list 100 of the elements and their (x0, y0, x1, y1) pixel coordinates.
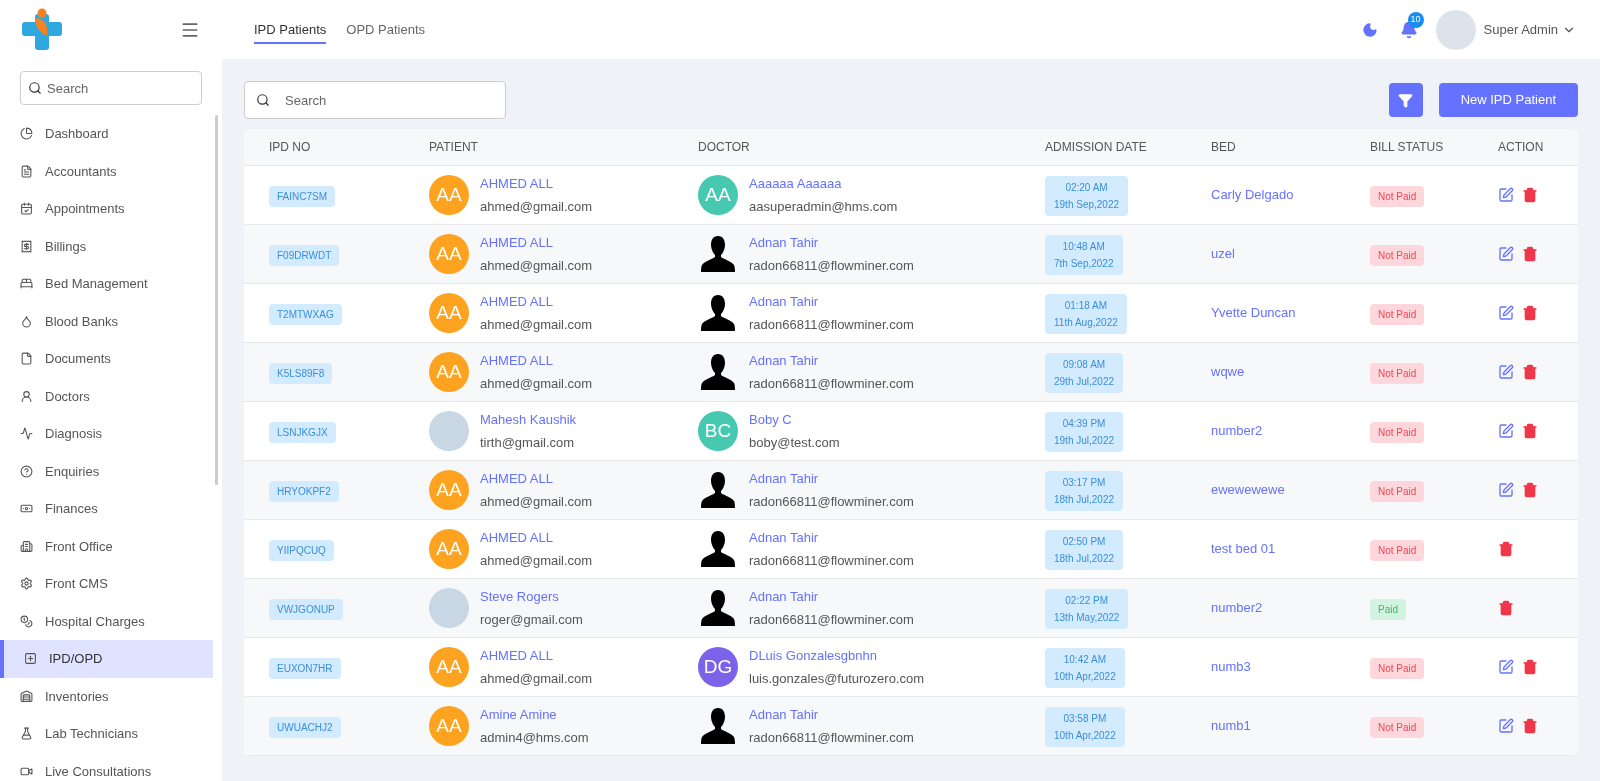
sidebar-item[interactable]: Appointments (0, 190, 213, 228)
bill-status-tag: Not Paid (1370, 186, 1425, 207)
admission-date-tag: 02:20 AM 19th Sep,2022 (1045, 176, 1129, 216)
person-name-link[interactable]: DLuis Gonzalesgbnhn (749, 646, 925, 666)
person-name-link[interactable]: AHMED ALL (480, 351, 593, 371)
bed-link[interactable]: number2 (1211, 598, 1370, 618)
email-text: aasuperadmin@hms.com (749, 197, 898, 216)
admission-date-tag: 04:39 PM 19th Jul,2022 (1045, 412, 1124, 452)
bed-link[interactable]: test bed 01 (1211, 539, 1370, 559)
sidebar-item[interactable]: Doctors (0, 377, 213, 415)
person-name-link[interactable]: AHMED ALL (480, 292, 593, 312)
sidebar-item[interactable]: IPD/OPD (0, 640, 213, 678)
pulse-icon (20, 427, 33, 441)
person-name-link[interactable]: Aaaaaa Aaaaaa (749, 174, 898, 194)
person-silhouette-icon (698, 529, 738, 569)
sidebar-item[interactable]: Bed Management (0, 265, 213, 303)
moon-icon[interactable] (1361, 21, 1378, 38)
initials-avatar: DG (698, 647, 738, 687)
sidebar-item[interactable]: Inventories (0, 677, 213, 715)
trash-icon[interactable] (1522, 718, 1538, 734)
person-name-link[interactable]: Mahesh Kaushik (480, 410, 577, 430)
email-text: ahmed@gmail.com (480, 669, 593, 688)
person-name-link[interactable]: Adnan Tahir (749, 587, 914, 607)
trash-icon[interactable] (1498, 541, 1514, 557)
trash-icon[interactable] (1522, 482, 1538, 498)
person-name-link[interactable]: Adnan Tahir (749, 528, 914, 548)
bed-link[interactable]: uzel (1211, 244, 1370, 264)
person-name-link[interactable]: Amine Amine (480, 705, 589, 725)
person-name-link[interactable]: AHMED ALL (480, 174, 593, 194)
bed-link[interactable]: Yvette Duncan (1211, 303, 1370, 323)
initials-avatar: AA (429, 175, 469, 215)
trash-icon[interactable] (1522, 659, 1538, 675)
tab[interactable]: IPD Patients (254, 14, 327, 45)
person-name-link[interactable]: Adnan Tahir (749, 351, 914, 371)
bed-link[interactable]: wqwe (1211, 362, 1370, 382)
trash-icon[interactable] (1522, 364, 1538, 380)
sidebar-item[interactable]: Front CMS (0, 565, 213, 603)
sidebar-item[interactable]: Front Office (0, 527, 213, 565)
edit-icon[interactable] (1498, 305, 1514, 321)
admission-date-tag: 10:48 AM 7th Sep,2022 (1045, 235, 1123, 275)
sidebar-item[interactable]: Documents (0, 340, 213, 378)
person-name-link[interactable]: Adnan Tahir (749, 469, 914, 489)
bill-status-tag: Not Paid (1370, 481, 1425, 502)
person-name-link[interactable]: AHMED ALL (480, 646, 593, 666)
edit-icon[interactable] (1498, 482, 1514, 498)
ipd-number-tag: T2MTWXAG (269, 304, 342, 325)
person-name-link[interactable]: Steve Rogers (480, 587, 583, 607)
person-name-link[interactable]: Adnan Tahir (749, 292, 914, 312)
bed-link[interactable]: numb3 (1211, 657, 1370, 677)
bed-link[interactable]: Carly Delgado (1211, 185, 1370, 205)
tab[interactable]: OPD Patients (346, 14, 426, 45)
trash-icon[interactable] (1522, 305, 1538, 321)
person-name-link[interactable]: AHMED ALL (480, 469, 593, 489)
sidebar-item[interactable]: Enquiries (0, 452, 213, 490)
person-name-link[interactable]: AHMED ALL (480, 233, 593, 253)
search-field[interactable]: Search (244, 81, 506, 119)
trash-icon[interactable] (1522, 423, 1538, 439)
user-menu-button[interactable]: Super Admin (1483, 19, 1576, 40)
edit-icon[interactable] (1498, 246, 1514, 262)
trash-icon[interactable] (1522, 187, 1538, 203)
person-silhouette-icon (698, 234, 738, 274)
sidebar-item[interactable]: Hospital Charges (0, 602, 213, 640)
sidebar-item[interactable]: Billings (0, 227, 213, 265)
sidebar-item[interactable]: Finances (0, 490, 213, 528)
filter-button[interactable] (1388, 83, 1423, 117)
sidebar-item[interactable]: Dashboard (0, 115, 213, 153)
column-header: DOCTOR (698, 139, 751, 156)
person-name-link[interactable]: Boby C (749, 410, 840, 430)
email-text: ahmed@gmail.com (480, 256, 593, 275)
email-text: boby@test.com (749, 433, 840, 452)
edit-icon[interactable] (1498, 364, 1514, 380)
new-patient-button[interactable]: New IPD Patient (1438, 83, 1578, 117)
bed-link[interactable]: number2 (1211, 421, 1370, 441)
person-name-link[interactable]: Adnan Tahir (749, 233, 914, 253)
bed-link[interactable]: numb1 (1211, 716, 1370, 736)
column-header: BILL STATUS (1370, 139, 1445, 156)
bill-status-tag: Not Paid (1370, 422, 1425, 443)
sidebar-item[interactable]: Diagnosis (0, 415, 213, 453)
column-header: PATIENT (429, 139, 479, 156)
sidebar-item[interactable]: Live Consultations (0, 752, 213, 781)
flask-icon (20, 727, 33, 741)
admission-date-tag: 01:18 AM 11th Aug,2022 (1045, 294, 1127, 334)
person-name-link[interactable]: AHMED ALL (480, 528, 593, 548)
sidebar-item[interactable]: Blood Banks (0, 302, 213, 340)
person-silhouette-icon (698, 470, 738, 510)
photo-placeholder (429, 588, 469, 628)
ipd-number-tag: F09DRWDT (269, 245, 340, 266)
edit-icon[interactable] (1498, 659, 1514, 675)
search-field[interactable]: Search (20, 71, 202, 105)
trash-icon[interactable] (1522, 246, 1538, 262)
admission-date-tag: 03:58 PM 10th Apr,2022 (1045, 707, 1125, 747)
trash-icon[interactable] (1498, 600, 1514, 616)
sidebar-item[interactable]: Accountants (0, 152, 213, 190)
edit-icon[interactable] (1498, 423, 1514, 439)
edit-icon[interactable] (1498, 718, 1514, 734)
logo-icon (22, 7, 62, 52)
edit-icon[interactable] (1498, 187, 1514, 203)
person-name-link[interactable]: Adnan Tahir (749, 705, 914, 725)
bed-link[interactable]: ewewewewe (1211, 480, 1370, 500)
sidebar-item[interactable]: Lab Technicians (0, 715, 213, 753)
